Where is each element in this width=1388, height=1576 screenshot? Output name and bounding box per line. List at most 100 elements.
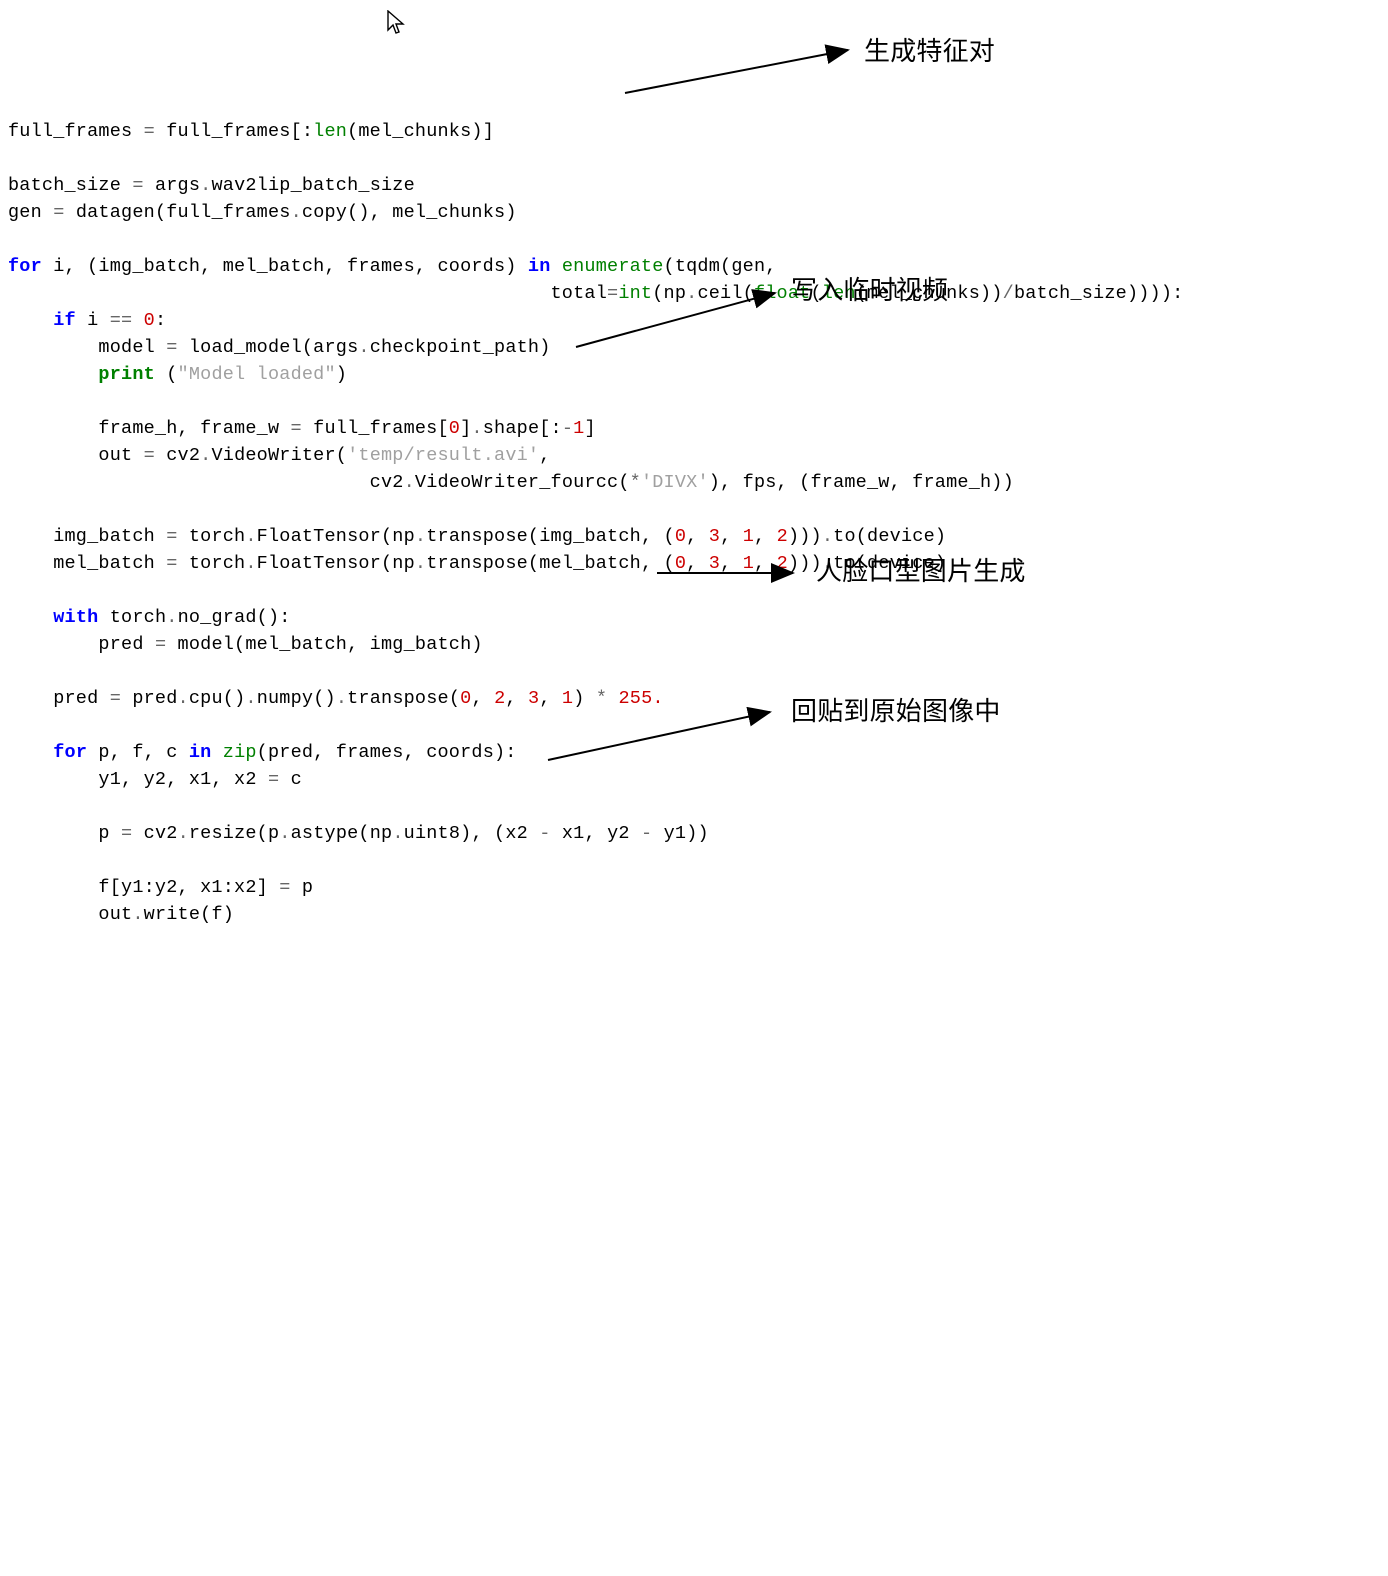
code-text <box>607 688 618 709</box>
code-text: p <box>8 823 121 844</box>
code-text: 'DIVX' <box>641 472 709 493</box>
code-text: torch <box>178 553 246 574</box>
code-text: VideoWriter_fourcc( <box>415 472 630 493</box>
code-text: for <box>8 256 42 277</box>
code-text: cv2 <box>132 823 177 844</box>
mouse-cursor-icon <box>386 10 406 36</box>
code-text: , <box>720 526 743 547</box>
code-text: = <box>166 553 177 574</box>
code-text: transpose( <box>347 688 460 709</box>
code-text: VideoWriter( <box>211 445 347 466</box>
code-text: . <box>415 526 426 547</box>
code-text: 3 <box>528 688 539 709</box>
code-text: . <box>279 823 290 844</box>
code-text: if <box>53 310 76 331</box>
code-text: = <box>110 688 121 709</box>
code-text: , <box>471 688 494 709</box>
code-text: = <box>291 418 302 439</box>
annotation-label: 写入临时视频 <box>791 277 948 304</box>
code-text: = <box>132 175 143 196</box>
code-text: (np <box>652 283 686 304</box>
code-text: args <box>144 175 201 196</box>
code-text: copy(), mel_chunks) <box>302 202 517 223</box>
code-text: / <box>1003 283 1014 304</box>
code-text: . <box>415 553 426 574</box>
code-text <box>132 310 143 331</box>
code-text: 2 <box>777 553 788 574</box>
code-text: . <box>178 823 189 844</box>
code-text: shape[: <box>483 418 562 439</box>
code-text: . <box>245 526 256 547</box>
code-text: - <box>562 418 573 439</box>
code-text: = <box>268 769 279 790</box>
code-text: batch_size)))): <box>1014 283 1184 304</box>
code-text: . <box>358 337 369 358</box>
code-text: full_frames <box>155 121 291 142</box>
code-text: no_grad(): <box>178 607 291 628</box>
code-text: 0 <box>675 553 686 574</box>
code-text: 0 <box>449 418 460 439</box>
code-text: 0 <box>460 688 471 709</box>
code-text: out <box>8 904 132 925</box>
code-text: . <box>336 688 347 709</box>
code-text: , <box>686 526 709 547</box>
code-text: , <box>754 526 777 547</box>
code-text: 255. <box>618 688 663 709</box>
code-text: p, f, c <box>87 742 189 763</box>
code-text <box>8 607 53 628</box>
code-text: print <box>98 364 155 385</box>
annotation-label: 回贴到原始图像中 <box>791 698 1001 725</box>
code-text: = <box>144 445 155 466</box>
code-text: checkpoint_path) <box>370 337 551 358</box>
code-text: y1)) <box>652 823 709 844</box>
code-text: full_frames <box>8 121 144 142</box>
code-text: torch <box>98 607 166 628</box>
code-text: 3 <box>709 526 720 547</box>
code-text: with <box>53 607 98 628</box>
code-text: ] <box>483 121 494 142</box>
code-text: = <box>121 823 132 844</box>
code-text: in <box>528 256 551 277</box>
code-text: = <box>166 526 177 547</box>
code-text: full_frames[ <box>302 418 449 439</box>
code-text: torch <box>178 526 246 547</box>
code-text: 1 <box>743 553 754 574</box>
code-text: . <box>291 202 302 223</box>
code-text: "Model loaded" <box>178 364 336 385</box>
annotation-label: 生成特征对 <box>864 38 995 65</box>
code-text: transpose(img_batch, ( <box>426 526 675 547</box>
code-text: = <box>144 121 155 142</box>
code-text: [: <box>291 121 314 142</box>
code-text: cv2 <box>8 472 404 493</box>
code-text: = <box>279 877 290 898</box>
code-text: . <box>166 607 177 628</box>
code-text: . <box>200 445 211 466</box>
code-text: = <box>155 634 166 655</box>
code-text: . <box>686 283 697 304</box>
code-text: * <box>596 688 607 709</box>
code-text: int <box>618 283 652 304</box>
code-text: 1 <box>562 688 573 709</box>
code-text: - <box>539 823 550 844</box>
code-text: (mel_chunks) <box>347 121 483 142</box>
code-text: 'temp/result.avi' <box>347 445 539 466</box>
code-text: = <box>53 202 64 223</box>
annotation-label: 人脸口型图片生成 <box>816 558 1026 585</box>
code-text: cv2 <box>155 445 200 466</box>
code-text: = <box>166 337 177 358</box>
code-text: , <box>720 553 743 574</box>
code-text: model(mel_batch, img_batch) <box>166 634 482 655</box>
code-text <box>8 364 98 385</box>
code-text: total <box>8 283 607 304</box>
code-text: enumerate <box>562 256 664 277</box>
code-text: write(f) <box>144 904 234 925</box>
code-text: zip <box>223 742 257 763</box>
code-text: pred <box>8 634 155 655</box>
code-text: (tqdm(gen, <box>664 256 777 277</box>
code-text: FloatTensor(np <box>257 526 415 547</box>
code-text: 0 <box>144 310 155 331</box>
code-text: numpy() <box>257 688 336 709</box>
code-text: transpose(mel_batch, ( <box>426 553 675 574</box>
code-text: wav2lip_batch_size <box>211 175 414 196</box>
code-text: load_model(args <box>178 337 359 358</box>
